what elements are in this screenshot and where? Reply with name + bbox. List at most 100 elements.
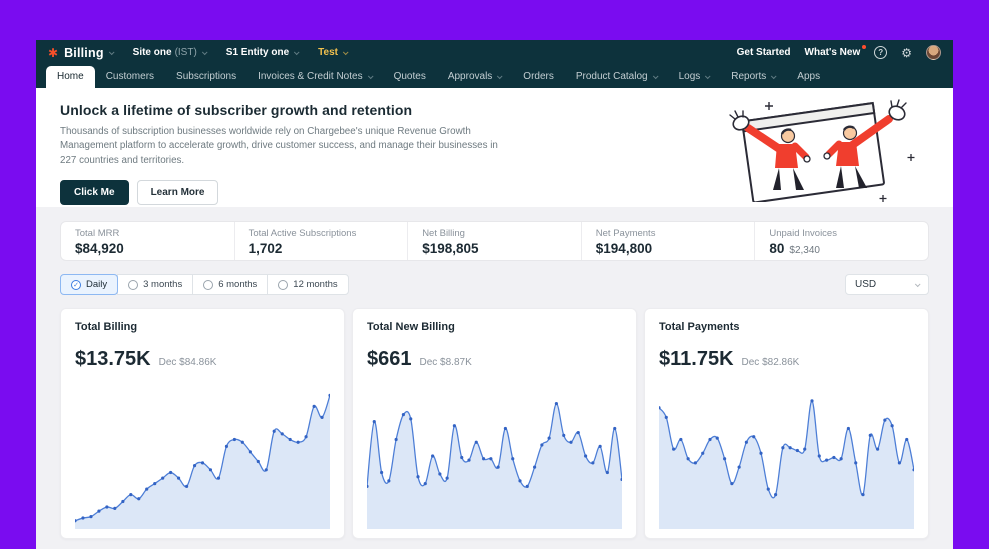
period-option-12-months[interactable]: 12 months [267, 274, 349, 295]
product-switcher[interactable]: Billing [64, 45, 115, 60]
site-switcher[interactable]: Site one (IST) [132, 47, 208, 58]
tab-quotes[interactable]: Quotes [383, 66, 437, 88]
period-option-label: 12 months [293, 279, 338, 290]
stat-value: 80 [769, 241, 785, 256]
stat-unpaid-invoices: Unpaid Invoices 80 $2,340 [754, 222, 928, 260]
chart-card-total-billing: Total Billing $13.75K Dec $84.86K [60, 308, 345, 539]
currency-value: USD [855, 279, 877, 290]
period-option-3-months[interactable]: 3 months [117, 274, 194, 295]
period-filter-group: ✓ Daily 3 months 6 months 12 months [60, 274, 349, 295]
radio-icon [203, 279, 214, 290]
chart-card-value-row: $13.75K Dec $84.86K [75, 348, 330, 371]
chart-card-total-payments: Total Payments $11.75K Dec $82.86K [644, 308, 929, 539]
stat-value: $84,920 [75, 241, 124, 256]
desktop-background: { "theme": { "frame_purple": "#7a0cf0", … [0, 0, 989, 549]
environment-name: Test [318, 47, 338, 58]
summary-stats-bar: Total MRR $84,920 Total Active Subscriptio… [60, 221, 929, 261]
learn-more-button[interactable]: Learn More [136, 180, 219, 206]
entity-name: S1 Entity one [225, 47, 290, 58]
radio-icon [128, 279, 139, 290]
stat-value-row: 80 $2,340 [769, 241, 914, 256]
period-option-label: 6 months [218, 279, 258, 290]
product-name: Billing [64, 45, 104, 60]
chevron-down-icon [497, 72, 503, 79]
currency-select[interactable]: USD [845, 274, 929, 295]
period-option-label: Daily [86, 279, 108, 290]
chart-cards-row: Total Billing $13.75K Dec $84.86K Total … [60, 308, 929, 539]
chart-card-value: $11.75K [659, 348, 734, 370]
notification-dot [862, 45, 867, 49]
site-name: Site one [132, 47, 172, 58]
stat-value-row: $84,920 [75, 241, 220, 256]
tab-label: Customers [105, 71, 155, 82]
topbar-right-actions: Get Started What's New ? ⚙ [737, 45, 941, 60]
tab-label: Quotes [393, 71, 426, 82]
chart-card-subvalue: Dec $82.86K [741, 357, 800, 368]
chevron-down-icon [342, 48, 349, 55]
tab-label: Apps [797, 71, 821, 82]
filter-row: ✓ Daily 3 months 6 months 12 months USD [60, 274, 929, 295]
chart-card-value: $661 [367, 348, 412, 370]
chevron-down-icon [914, 280, 921, 287]
chevron-down-icon [294, 48, 300, 55]
stat-total-mrr: Total MRR $84,920 [61, 222, 234, 260]
tab-label: Home [57, 71, 84, 82]
top-navigation-bar: ✱ Billing Site one (IST) S1 Entity one T… [36, 40, 953, 65]
tab-logs[interactable]: Logs [668, 66, 721, 88]
tab-apps[interactable]: Apps [786, 66, 831, 88]
whats-new-link[interactable]: What's New [804, 45, 867, 58]
chart-card-title: Total Payments [659, 321, 740, 333]
hero-banner: Unlock a lifetime of subscriber growth a… [36, 88, 953, 207]
tab-reports[interactable]: Reports [720, 66, 786, 88]
entity-switcher[interactable]: S1 Entity one [225, 47, 300, 58]
stat-value-row: $194,800 [596, 241, 741, 256]
whats-new-label: What's New [804, 47, 861, 58]
user-avatar[interactable] [926, 45, 941, 60]
area-chart [75, 393, 330, 529]
tab-invoices-credit-notes[interactable]: Invoices & Credit Notes [247, 66, 383, 88]
period-option-6-months[interactable]: 6 months [192, 274, 269, 295]
site-timezone: (IST) [174, 47, 197, 58]
stat-total-active-subscriptions: Total Active Subscriptions 1,702 [233, 222, 408, 260]
tab-product-catalog[interactable]: Product Catalog [565, 66, 668, 88]
tab-customers[interactable]: Customers [95, 66, 165, 88]
radio-checked-icon: ✓ [71, 279, 81, 290]
chart-card-title: Total New Billing [367, 321, 455, 333]
area-chart [367, 402, 622, 529]
stat-value: 1,702 [248, 241, 283, 256]
app-window: ✱ Billing Site one (IST) S1 Entity one T… [36, 40, 953, 549]
radio-icon [278, 279, 289, 290]
get-started-link[interactable]: Get Started [737, 47, 791, 58]
period-option-label: 3 months [143, 279, 183, 290]
tab-home[interactable]: Home [46, 66, 95, 88]
tab-label: Logs [678, 71, 701, 82]
tab-label: Subscriptions [176, 71, 237, 82]
stat-value-row: $198,805 [422, 241, 567, 256]
tab-orders[interactable]: Orders [512, 66, 565, 88]
stat-value: $198,805 [422, 241, 479, 256]
main-navigation-tabs: Home Customers Subscriptions Invoices & Cre… [36, 65, 953, 88]
settings-gear-icon[interactable]: ⚙ [901, 47, 912, 59]
area-chart [659, 399, 914, 529]
click-me-button[interactable]: Click Me [60, 180, 129, 206]
dashboard-content: Total MRR $84,920 Total Active Subscriptio… [36, 207, 953, 549]
chart-card-value-row: $661 Dec $8.87K [367, 348, 622, 371]
environment-switcher[interactable]: Test [318, 47, 349, 58]
tab-subscriptions[interactable]: Subscriptions [165, 66, 247, 88]
stat-value-row: 1,702 [249, 241, 394, 256]
chart-card-title: Total Billing [75, 321, 138, 333]
stat-net-billing: Net Billing $198,805 [407, 222, 581, 260]
chevron-down-icon [771, 72, 777, 79]
period-option-daily[interactable]: ✓ Daily [60, 274, 119, 295]
stat-label: Total MRR [75, 228, 120, 239]
tab-approvals[interactable]: Approvals [437, 66, 512, 88]
chevron-down-icon [108, 48, 115, 55]
chevron-down-icon [652, 72, 659, 79]
chevron-down-icon [367, 72, 374, 79]
stat-net-payments: Net Payments $194,800 [580, 222, 755, 260]
help-icon[interactable]: ? [874, 46, 888, 59]
stat-subvalue: $2,340 [789, 245, 820, 256]
stat-label: Unpaid Invoices [769, 228, 837, 239]
chart-card-subvalue: Dec $8.87K [419, 357, 472, 368]
stat-value: $194,800 [595, 241, 653, 256]
